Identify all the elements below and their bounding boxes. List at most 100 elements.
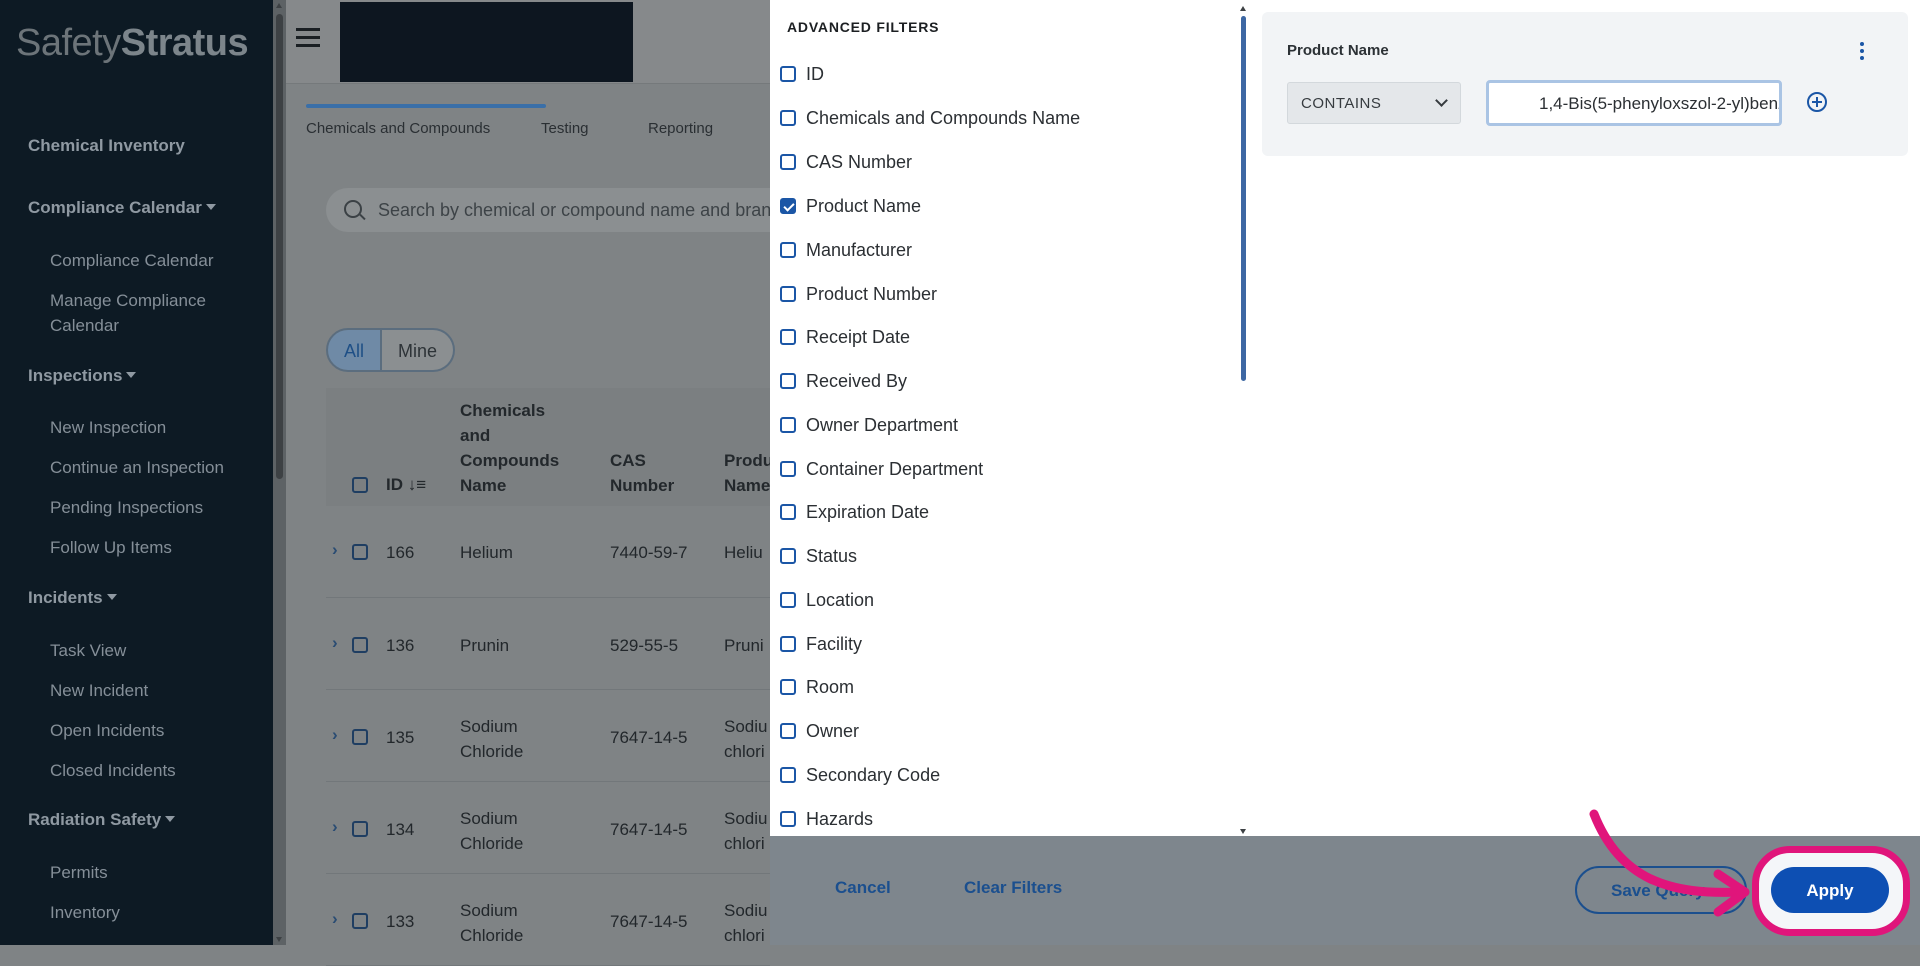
filter-checkbox[interactable] — [780, 592, 796, 608]
sidebar-scrollbar[interactable] — [273, 0, 286, 945]
sidebar-item-closed-incidents[interactable]: Closed Incidents — [50, 758, 250, 783]
select-all-checkbox[interactable] — [352, 477, 368, 493]
filter-option-owner[interactable]: Owner — [780, 718, 859, 744]
filters-scrollbar[interactable] — [1240, 6, 1248, 834]
nav-radiation-safety[interactable]: Radiation Safety — [28, 810, 176, 830]
scroll-up-arrow-icon[interactable] — [1240, 6, 1246, 11]
row-checkbox[interactable] — [352, 913, 368, 929]
sidebar-item-continue-inspection[interactable]: Continue an Inspection — [50, 455, 250, 480]
filter-option-room[interactable]: Room — [780, 674, 854, 700]
row-checkbox[interactable] — [352, 729, 368, 745]
table-header: ID ↓≡ Chemicals and Compounds Name CAS N… — [326, 388, 784, 506]
filter-option-label: Location — [806, 589, 875, 610]
filter-checkbox[interactable] — [780, 767, 796, 783]
filter-option-product-number[interactable]: Product Number — [780, 281, 937, 307]
filter-option-id[interactable]: ID — [780, 61, 824, 87]
sidebar-item-inventory[interactable]: Inventory — [50, 900, 250, 925]
filter-checkbox[interactable] — [780, 811, 796, 827]
filter-option-status[interactable]: Status — [780, 543, 857, 569]
hamburger-menu-icon[interactable] — [296, 28, 320, 48]
filter-option-received-by[interactable]: Received By — [780, 368, 907, 394]
search-placeholder: Search by chemical or compound name and … — [378, 200, 782, 220]
filter-checkbox[interactable] — [780, 679, 796, 695]
filter-checkbox[interactable] — [780, 636, 796, 652]
cancel-button[interactable]: Cancel — [835, 878, 891, 898]
filter-option-owner-department[interactable]: Owner Department — [780, 412, 958, 438]
tab-chemicals-and-compounds[interactable]: Chemicals and Compounds — [306, 120, 490, 137]
table-row[interactable]: › 133 Sodium Chloride 7647-14-5 Sodiu ch… — [326, 874, 770, 966]
filter-option-hazards[interactable]: Hazards — [780, 806, 873, 832]
scroll-up-arrow-icon[interactable] — [276, 3, 282, 8]
filter-checkbox[interactable] — [780, 329, 796, 345]
filter-option-chemicals-name[interactable]: Chemicals and Compounds Name — [780, 105, 1080, 131]
filter-option-secondary-code[interactable]: Secondary Code — [780, 762, 940, 788]
row-checkbox[interactable] — [352, 544, 368, 560]
sidebar-item-follow-up-items[interactable]: Follow Up Items — [50, 535, 250, 560]
filter-option-expiration-date[interactable]: Expiration Date — [780, 499, 929, 525]
sidebar-item-permits[interactable]: Permits — [50, 860, 250, 885]
more-options-icon[interactable] — [1860, 42, 1866, 64]
filter-option-product-name[interactable]: Product Name — [780, 193, 921, 219]
sort-icon[interactable]: ↓≡ — [408, 475, 426, 494]
add-condition-icon[interactable] — [1807, 92, 1827, 112]
sidebar-scroll-thumb[interactable] — [276, 14, 283, 479]
filter-option-manufacturer[interactable]: Manufacturer — [780, 237, 912, 263]
column-header-name[interactable]: Chemicals and Compounds Name — [460, 398, 570, 498]
filter-option-receipt-date[interactable]: Receipt Date — [780, 324, 910, 350]
filter-checkbox[interactable] — [780, 66, 796, 82]
expand-chevron-icon[interactable]: › — [332, 540, 338, 560]
sidebar-item-pending-inspections[interactable]: Pending Inspections — [50, 495, 250, 520]
table-row[interactable]: › 136 Prunin 529-55-5 Pruni — [326, 598, 770, 690]
column-header-id[interactable]: ID ↓≡ — [386, 472, 426, 497]
toggle-mine-button[interactable]: Mine — [382, 328, 456, 372]
nav-incidents[interactable]: Incidents — [28, 588, 117, 608]
filter-checkbox[interactable] — [780, 417, 796, 433]
row-checkbox[interactable] — [352, 637, 368, 653]
sidebar-item-open-incidents[interactable]: Open Incidents — [50, 718, 250, 743]
filter-card-title: Product Name — [1287, 42, 1389, 59]
table-row[interactable]: › 134 Sodium Chloride 7647-14-5 Sodiu ch… — [326, 782, 770, 874]
table-row[interactable]: › 166 Helium 7440-59-7 Heliu — [326, 506, 770, 598]
row-checkbox[interactable] — [352, 821, 368, 837]
filter-option-container-department[interactable]: Container Department — [780, 456, 983, 482]
scroll-down-arrow-icon[interactable] — [276, 937, 282, 942]
app-logo[interactable]: SafetyStratus — [16, 22, 249, 65]
nav-compliance-calendar[interactable]: Compliance Calendar — [28, 198, 216, 218]
filter-checkbox[interactable] — [780, 286, 796, 302]
table-row[interactable]: › 135 Sodium Chloride 7647-14-5 Sodiu ch… — [326, 690, 770, 782]
expand-chevron-icon[interactable]: › — [332, 725, 338, 745]
expand-chevron-icon[interactable]: › — [332, 633, 338, 653]
sidebar-item-compliance-calendar[interactable]: Compliance Calendar — [50, 248, 250, 273]
nav-chemical-inventory[interactable]: Chemical Inventory — [28, 136, 185, 156]
clear-filters-button[interactable]: Clear Filters — [964, 878, 1062, 898]
sidebar-item-new-incident[interactable]: New Incident — [50, 678, 250, 703]
filter-checkbox-checked[interactable] — [780, 198, 796, 214]
filter-checkbox[interactable] — [780, 723, 796, 739]
expand-chevron-icon[interactable]: › — [332, 909, 338, 929]
apply-button[interactable]: Apply — [1771, 867, 1889, 913]
expand-chevron-icon[interactable]: › — [332, 817, 338, 837]
nav-inspections[interactable]: Inspections — [28, 366, 137, 386]
filter-checkbox[interactable] — [780, 154, 796, 170]
filter-option-location[interactable]: Location — [780, 587, 874, 613]
sidebar-item-task-view[interactable]: Task View — [50, 638, 250, 663]
filter-checkbox[interactable] — [780, 242, 796, 258]
filter-value-input[interactable]: 1,4-Bis(5-phenyloxszol-2-yl)benzene — [1486, 80, 1782, 126]
search-input[interactable]: Search by chemical or compound name and … — [326, 188, 781, 232]
filter-checkbox[interactable] — [780, 461, 796, 477]
operator-select[interactable]: CONTAINS — [1287, 82, 1461, 124]
tab-testing[interactable]: Testing — [541, 120, 589, 137]
filter-checkbox[interactable] — [780, 373, 796, 389]
sidebar-item-new-inspection[interactable]: New Inspection — [50, 415, 250, 440]
filters-scroll-thumb[interactable] — [1241, 16, 1246, 381]
filter-option-cas-number[interactable]: CAS Number — [780, 149, 912, 175]
filter-option-facility[interactable]: Facility — [780, 631, 862, 657]
scroll-down-arrow-icon[interactable] — [1240, 829, 1246, 834]
filter-checkbox[interactable] — [780, 110, 796, 126]
sidebar-item-manage-compliance-calendar[interactable]: Manage Compliance Calendar — [50, 288, 250, 338]
tab-reporting[interactable]: Reporting — [648, 120, 713, 137]
filter-checkbox[interactable] — [780, 548, 796, 564]
filter-checkbox[interactable] — [780, 504, 796, 520]
toggle-all-button[interactable]: All — [326, 328, 383, 372]
column-header-cas[interactable]: CAS Number — [610, 448, 690, 498]
